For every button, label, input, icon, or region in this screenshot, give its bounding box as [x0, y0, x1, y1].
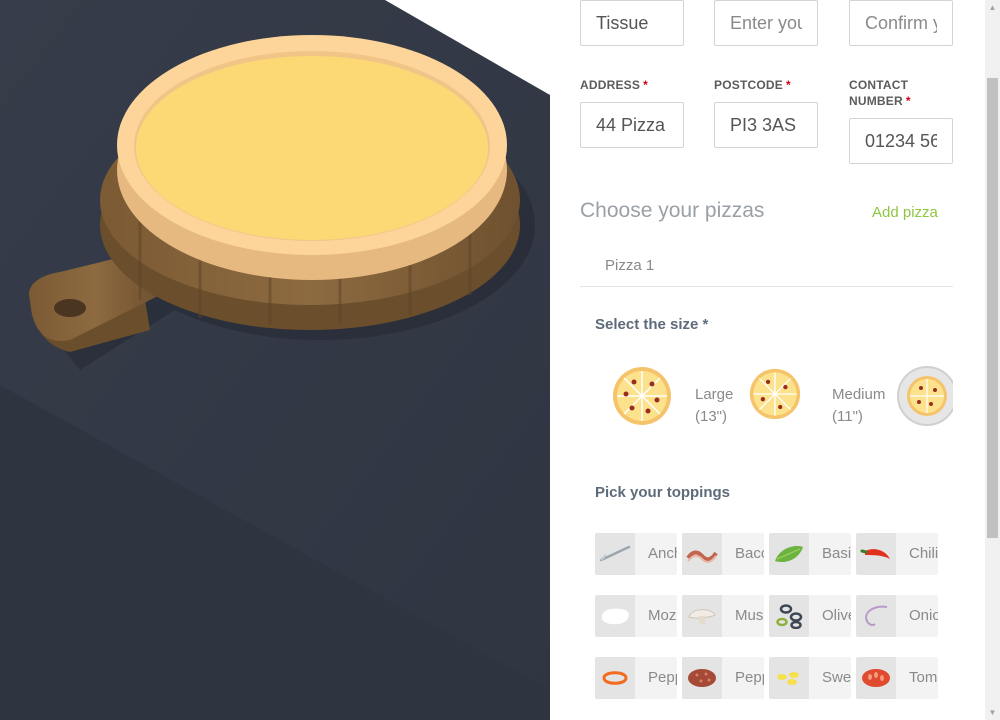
topping-label: Basil: [822, 545, 851, 562]
tomato-icon: [856, 657, 896, 699]
contact-field: CONTACT NUMBER *: [849, 77, 959, 164]
topping-sweetcorn[interactable]: Sweetcorn: [769, 657, 851, 699]
topping-onion[interactable]: Onion: [856, 595, 938, 637]
mushroom-icon: [682, 595, 722, 637]
scrollbar-thumb[interactable]: [987, 78, 998, 538]
topping-label: Mozzarella: [648, 607, 677, 624]
pepperoni-icon: [682, 657, 722, 699]
large-pizza-icon: [613, 367, 671, 425]
size-option-medium[interactable]: Medium (11"): [749, 366, 885, 426]
tab-pizza-1[interactable]: Pizza 1: [605, 257, 654, 274]
topping-bacon[interactable]: Bacon: [682, 533, 764, 575]
topping-label: Bacon: [735, 545, 764, 562]
address-field: ADDRESS *: [580, 77, 684, 148]
topping-olive[interactable]: Olive: [769, 595, 851, 637]
address-input[interactable]: [580, 102, 684, 148]
chili-icon: [856, 533, 896, 575]
email-input[interactable]: [714, 0, 818, 46]
page-scrollbar[interactable]: ▲ ▼: [985, 0, 1000, 720]
topping-label: Pepper: [648, 669, 677, 686]
pick-toppings-title: Pick your toppings: [595, 484, 731, 501]
topping-chili[interactable]: Chili: [856, 533, 938, 575]
size-option-small[interactable]: [897, 366, 953, 426]
postcode-label: POSTCODE *: [714, 78, 791, 92]
sweetcorn-icon: [769, 657, 809, 699]
pizza-illustration: [0, 0, 550, 720]
small-pizza-icon: [897, 366, 953, 426]
cheese-layer: [136, 56, 488, 240]
order-form-panel: ADDRESS* POSTCODE* CONTACT NUMBER* Choos…: [550, 0, 985, 720]
select-size-title: Select the size *: [595, 316, 709, 333]
topping-mozzarella[interactable]: Mozzarella: [595, 595, 677, 637]
topping-label: Sweetcorn: [822, 669, 851, 686]
topping-label: Tomato: [909, 669, 938, 686]
scroll-down-icon[interactable]: ▼: [985, 705, 1000, 720]
size-label-medium: Medium (11"): [832, 386, 886, 425]
postcode-input[interactable]: [714, 102, 818, 148]
mozzarella-icon: [595, 595, 635, 637]
contact-input[interactable]: [849, 118, 953, 164]
pepper-icon: [595, 657, 635, 699]
topping-label: Onion: [909, 607, 938, 624]
topping-mushroom[interactable]: Mushroom: [682, 595, 764, 637]
choose-pizzas-title: Choose your pizzas: [580, 199, 765, 222]
topping-pepperoni[interactable]: Pepperoni: [682, 657, 764, 699]
topping-label: Olive: [822, 607, 851, 624]
address-label: ADDRESS *: [580, 78, 648, 92]
topping-anchovy[interactable]: Anchovy: [595, 533, 677, 575]
medium-pizza-icon: [749, 368, 801, 420]
anchovy-icon: [595, 533, 635, 575]
add-pizza-button[interactable]: Add pizza: [872, 204, 938, 221]
topping-label: Chili: [909, 545, 938, 562]
olive-icon: [769, 595, 809, 637]
confirm-email-input[interactable]: [849, 0, 953, 46]
onion-icon: [856, 595, 896, 637]
board-handle-hole: [54, 299, 86, 317]
topping-label: Mushroom: [735, 607, 764, 624]
size-option-large[interactable]: Large (13"): [612, 366, 733, 426]
bacon-icon: [682, 533, 722, 575]
topping-tomato[interactable]: Tomato: [856, 657, 938, 699]
topping-label: Anchovy: [648, 545, 677, 562]
topping-label: Pepperoni: [735, 669, 764, 686]
pizza-board-scene: [0, 0, 550, 720]
postcode-field: POSTCODE *: [714, 77, 818, 148]
tab-divider: [580, 286, 953, 287]
topping-pepper[interactable]: Pepper: [595, 657, 677, 699]
name-input[interactable]: [580, 0, 684, 46]
basil-icon: [769, 533, 809, 575]
topping-basil[interactable]: Basil: [769, 533, 851, 575]
contact-label: CONTACT NUMBER *: [849, 78, 911, 108]
scroll-up-icon[interactable]: ▲: [985, 0, 1000, 15]
pizza-base: [117, 35, 507, 280]
